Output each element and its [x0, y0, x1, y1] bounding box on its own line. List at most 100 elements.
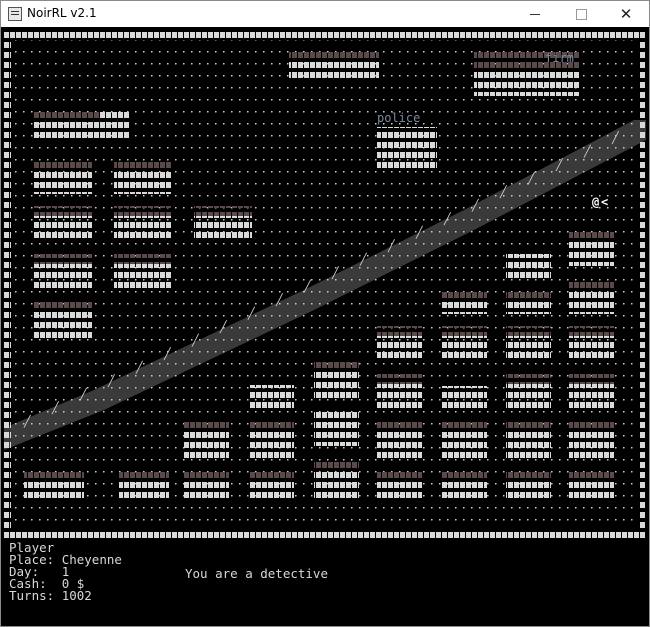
border-bottom: [4, 529, 646, 538]
building-roof: [506, 422, 551, 432]
building-roof: [569, 278, 614, 288]
close-icon: ✕: [619, 4, 633, 23]
building-wall: [184, 480, 229, 500]
building-wall: [34, 120, 99, 140]
building-roof: [377, 374, 422, 384]
building-roof: [377, 470, 422, 480]
building-wall: [314, 372, 359, 398]
building-roof: [34, 110, 99, 120]
npc-character[interactable]: <: [601, 195, 608, 209]
building-roof: [506, 290, 551, 300]
building-wall: [34, 312, 92, 338]
maximize-button[interactable]: [558, 1, 604, 27]
border-left: [4, 30, 11, 539]
building-roof: [34, 206, 92, 216]
building-wall: [442, 386, 487, 410]
building-wall: [377, 432, 422, 458]
building-wall: [506, 432, 551, 458]
building-wall: [24, 480, 84, 500]
building-roof: [314, 362, 359, 372]
building-wall: [377, 336, 422, 362]
building-roof: [506, 374, 551, 384]
building-roof: [119, 470, 169, 480]
building-roof: [34, 158, 92, 168]
building-wall: [34, 264, 92, 290]
place-value: Cheyenne: [61, 552, 122, 567]
building-wall: [249, 480, 294, 500]
game-map: ╱╱╱╱╱╱╱╱╱╱╱╱╱╱╱╱╱╱╱╱╱╱ police firm @ <: [4, 30, 646, 539]
building-wall: [569, 384, 614, 410]
border-right: [639, 30, 646, 539]
building-wall: [249, 432, 294, 458]
game-window: NoirRL v2.1 ✕ ╱╱╱╱╱╱╱╱╱╱╱╱╱╱╱╱╱╱╱╱╱╱ pol…: [0, 0, 650, 627]
building-wall: [377, 480, 422, 500]
building-wall: [114, 216, 172, 242]
building-roof: [249, 470, 294, 480]
building-roof: [569, 470, 614, 480]
turns-value: 1002: [61, 588, 92, 603]
building-roof: [442, 290, 487, 300]
building-roof: [569, 326, 614, 336]
building-wall: [506, 254, 551, 278]
building-roof: [569, 422, 614, 432]
building-wall: [506, 480, 551, 500]
building-wall: [249, 385, 294, 409]
building-roof: [194, 206, 252, 216]
building-roof: [24, 470, 84, 480]
building-wall: [377, 127, 437, 169]
building-roof: [34, 302, 92, 312]
building-wall: [114, 264, 172, 290]
building-wall: [569, 288, 614, 314]
building-roof: [442, 422, 487, 432]
building-wall: [34, 216, 92, 242]
minimize-icon: [530, 13, 540, 15]
building-wall: [442, 480, 487, 500]
building-wall: [506, 336, 551, 362]
building-roof: [184, 422, 229, 432]
close-button[interactable]: ✕: [603, 1, 649, 27]
building-roof: [184, 470, 229, 480]
building-wall: [314, 410, 359, 446]
building-wall: [442, 432, 487, 458]
building-wall: [569, 480, 614, 500]
turns-label: Turns:: [9, 588, 55, 603]
building-roof: [114, 254, 172, 264]
building-wall: [442, 336, 487, 362]
building-roof: [569, 230, 614, 240]
building-wall: [569, 432, 614, 458]
building-roof: [506, 326, 551, 336]
building-wall: [194, 216, 252, 242]
building-roof: [114, 158, 172, 168]
building-roof: [506, 470, 551, 480]
player-character[interactable]: @: [592, 195, 599, 209]
building-wall: [99, 110, 129, 140]
building-roof: [314, 458, 359, 468]
building-roof: [114, 206, 172, 216]
building-wall: [377, 384, 422, 410]
building-wall: [34, 168, 92, 194]
building-roof: [377, 326, 422, 336]
building-roof: [442, 470, 487, 480]
message-log: You are a detective: [185, 566, 328, 581]
building-roof: [569, 374, 614, 384]
building-wall: [442, 300, 487, 314]
status-panel: Player Place: Cheyenne Day: 1 Cash: 0 $ …: [9, 541, 629, 622]
title-bar[interactable]: NoirRL v2.1 ✕: [1, 1, 649, 27]
building-wall: [184, 432, 229, 458]
building-roof: [34, 254, 92, 264]
building-wall: [289, 60, 379, 80]
building-wall: [569, 240, 614, 266]
building-wall: [119, 480, 169, 500]
minimize-button[interactable]: [512, 1, 558, 27]
window-title: NoirRL v2.1: [27, 6, 97, 20]
app-icon: [8, 7, 22, 21]
building-wall: [506, 384, 551, 410]
building-wall: [114, 168, 172, 194]
building-roof: [442, 326, 487, 336]
border-top: [4, 30, 646, 39]
building-wall: [506, 300, 551, 314]
map-canvas: ╱╱╱╱╱╱╱╱╱╱╱╱╱╱╱╱╱╱╱╱╱╱ police firm @ <: [4, 30, 646, 539]
building-wall: [569, 336, 614, 362]
firm-label: firm: [545, 51, 574, 65]
building-wall: [314, 468, 359, 500]
